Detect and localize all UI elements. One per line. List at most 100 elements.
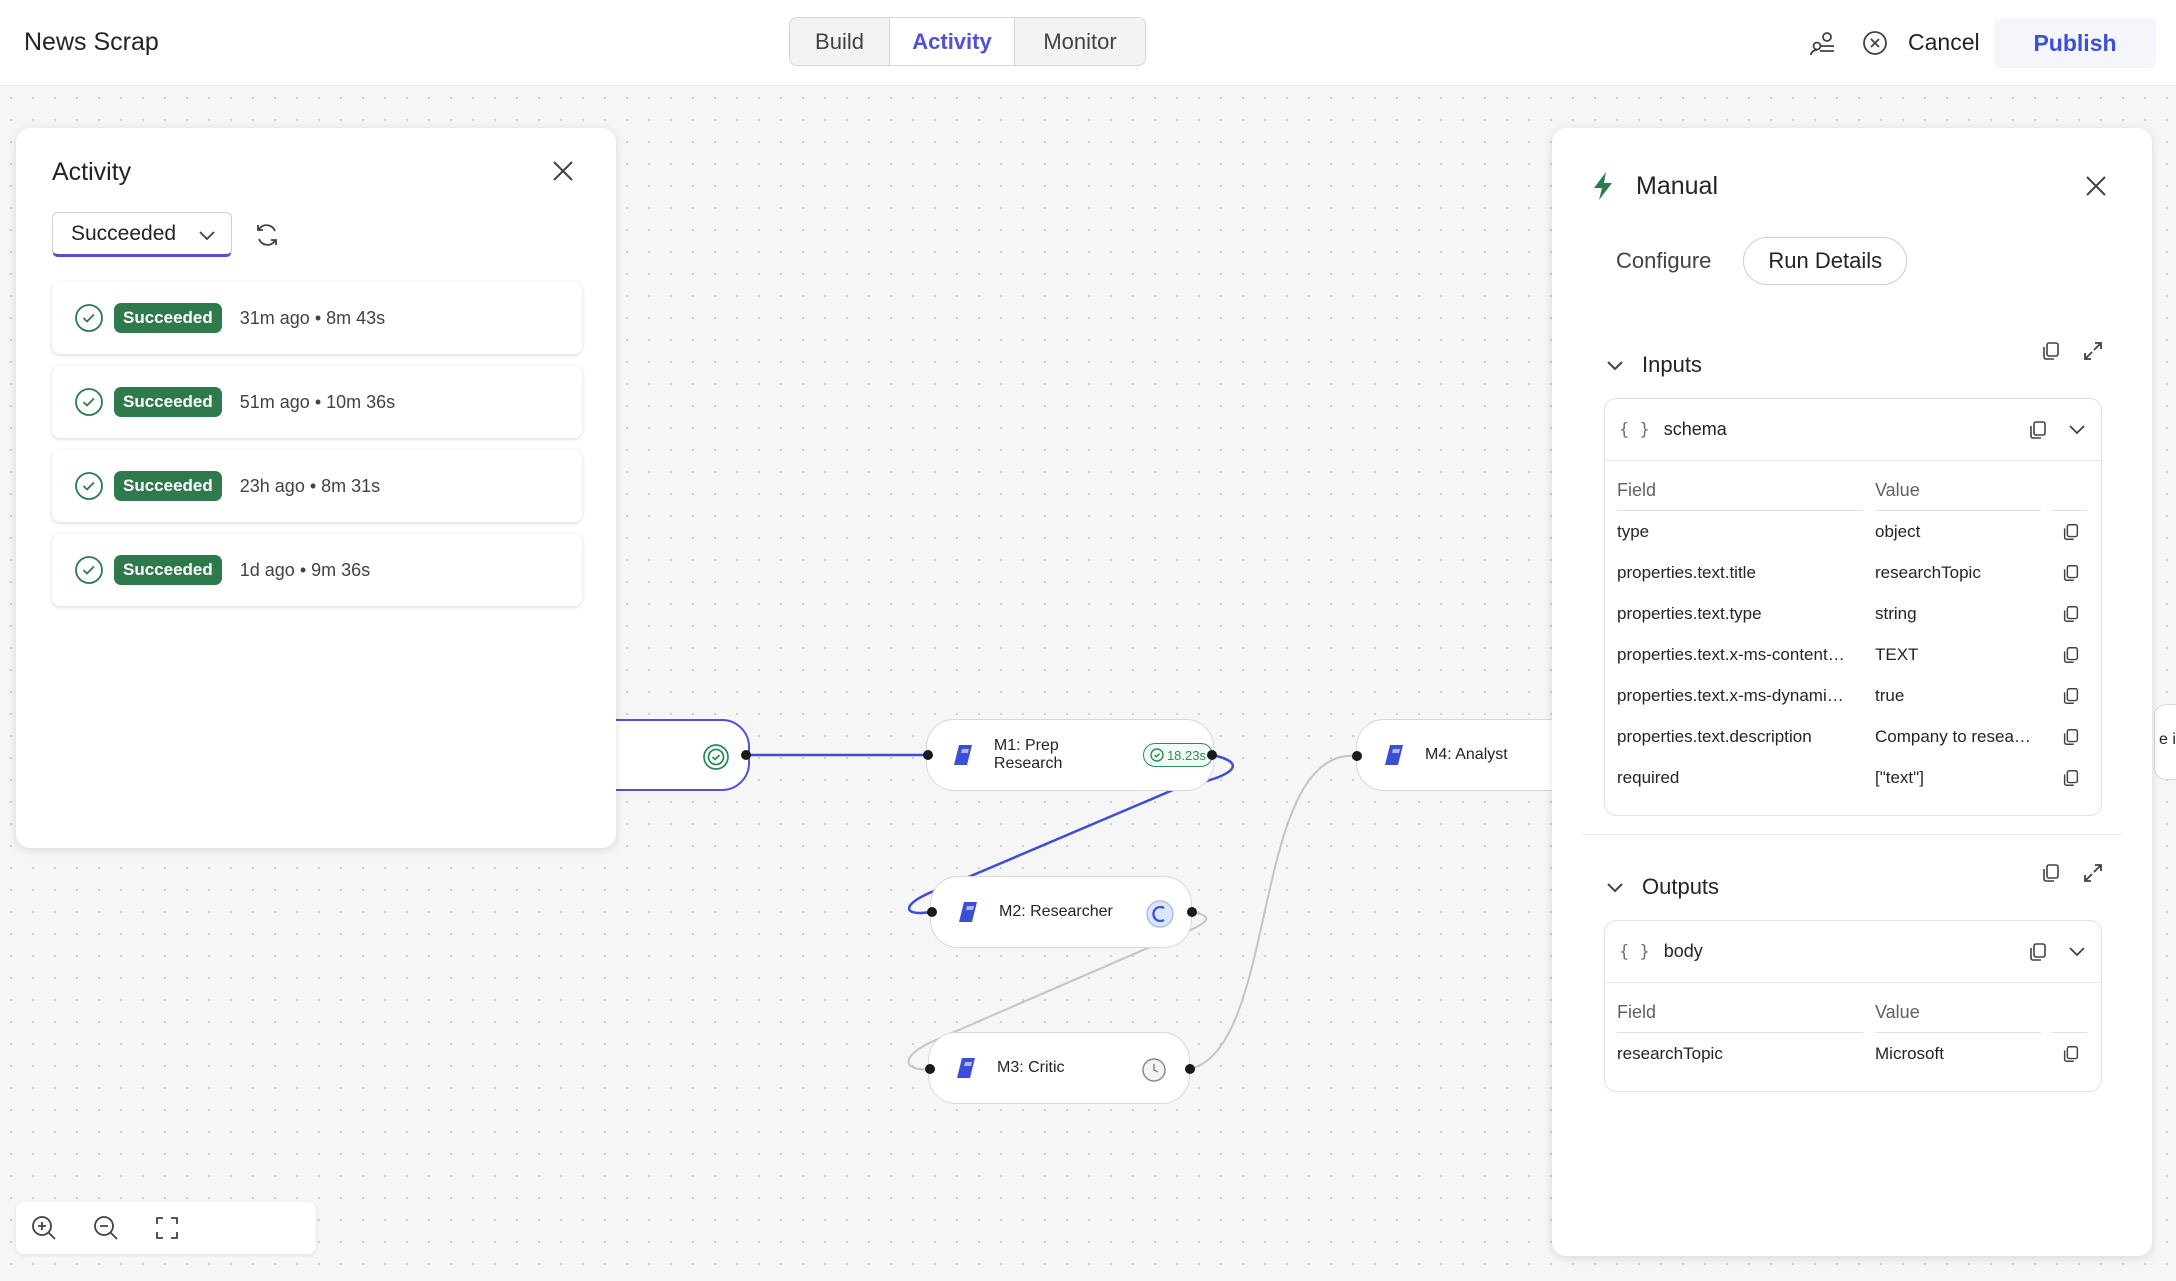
schema-card-header[interactable]: { } schema: [1605, 399, 2101, 461]
pending-clock-icon: [1141, 1057, 1167, 1088]
tab-run-details[interactable]: Run Details: [1743, 237, 1908, 285]
offscreen-node-peek[interactable]: e it: [2154, 704, 2176, 780]
copy-value-button[interactable]: [2061, 768, 2081, 788]
copy-icon[interactable]: [2027, 419, 2049, 441]
outputs-tools: [2040, 862, 2104, 884]
table-row: researchTopic Microsoft: [1617, 1033, 2089, 1074]
lightning-icon: [1590, 170, 1618, 207]
run-meta: 51m ago • 10m 36s: [239, 391, 396, 412]
view-switcher: Build Activity Monitor: [789, 17, 1146, 66]
field-cell: properties.text.description: [1617, 726, 1812, 746]
table-row: properties.text.description Company to re…: [1617, 716, 2089, 757]
node-m3-critic[interactable]: M3: Critic: [928, 1032, 1190, 1104]
field-cell: required: [1617, 767, 1680, 787]
copy-value-button[interactable]: [2061, 522, 2081, 542]
table-row: properties.text.x-ms-content… TEXT: [1617, 634, 2089, 675]
port-m1-out[interactable]: [1207, 750, 1217, 760]
success-ring-icon: [702, 743, 730, 776]
field-cell: properties.text.type: [1617, 603, 1762, 623]
node-m1-prep-research[interactable]: M1: Prep Research 18.23s: [926, 719, 1214, 791]
fit-view-icon[interactable]: [154, 1215, 180, 1241]
value-cell: Microsoft: [1875, 1043, 1944, 1063]
copy-value-button[interactable]: [2061, 686, 2081, 706]
table-row: type object: [1617, 511, 2089, 552]
object-braces-icon: { }: [1619, 941, 1650, 962]
tab-monitor[interactable]: Monitor: [1015, 18, 1145, 65]
copy-icon[interactable]: [2061, 645, 2081, 665]
value-cell: TEXT: [1875, 644, 1919, 664]
outputs-section-toggle[interactable]: Outputs: [1604, 874, 1719, 900]
copy-icon[interactable]: [2061, 563, 2081, 583]
port-trigger-out[interactable]: [741, 750, 751, 760]
copilot-agent-icon: [1379, 739, 1411, 771]
run-item[interactable]: Succeeded 23h ago • 8m 31s: [52, 450, 582, 522]
run-list: Succeeded 31m ago • 8m 43s Succeeded 51m…: [52, 282, 582, 618]
inputs-title: Inputs: [1642, 352, 1702, 377]
run-item[interactable]: Succeeded 1d ago • 9m 36s: [52, 534, 582, 606]
copy-value-button[interactable]: [2061, 1044, 2081, 1064]
node-label: M2: Researcher: [999, 903, 1113, 920]
tab-activity[interactable]: Activity: [890, 18, 1015, 65]
cancel-button[interactable]: Cancel: [1908, 29, 1980, 56]
edge-m3-m4: [1189, 754, 1358, 1070]
port-m1-in[interactable]: [923, 750, 933, 760]
copy-icon[interactable]: [2061, 604, 2081, 624]
tab-build[interactable]: Build: [790, 18, 890, 65]
chevron-down-icon[interactable]: [2067, 419, 2087, 439]
body-table: Field Value researchTopic Microsoft: [1605, 983, 2101, 1082]
port-m2-in[interactable]: [927, 907, 937, 917]
table-header: Field Value: [1617, 993, 2089, 1033]
check-icon: [1150, 748, 1164, 762]
port-m4-in[interactable]: [1352, 751, 1362, 761]
run-meta: 1d ago • 9m 36s: [239, 559, 371, 580]
tab-configure[interactable]: Configure: [1592, 238, 1735, 284]
close-icon[interactable]: [550, 158, 576, 189]
run-item[interactable]: Succeeded 51m ago • 10m 36s: [52, 366, 582, 438]
expand-icon[interactable]: [2082, 340, 2104, 362]
copy-icon[interactable]: [2061, 686, 2081, 706]
body-card-header[interactable]: { } body: [1605, 921, 2101, 983]
copy-value-button[interactable]: [2061, 604, 2081, 624]
section-divider: [1582, 834, 2122, 835]
copy-icon[interactable]: [2040, 340, 2062, 362]
table-row: properties.text.type string: [1617, 593, 2089, 634]
status-badge: Succeeded: [114, 303, 222, 333]
duration-badge: 18.23s: [1142, 743, 1213, 767]
status-filter-dropdown[interactable]: Succeeded: [52, 212, 232, 257]
port-m3-out[interactable]: [1185, 1064, 1195, 1074]
field-cell: properties.text.x-ms-dynami…: [1617, 685, 1844, 705]
chevron-down-icon[interactable]: [2067, 941, 2087, 961]
publish-button[interactable]: Publish: [1994, 18, 2156, 68]
activity-panel: Activity Succeeded Succeeded 31m ago • 8…: [16, 128, 616, 848]
copilot-agent-icon: [949, 739, 980, 771]
check-circle-icon: [75, 304, 103, 332]
refresh-icon[interactable]: [252, 220, 282, 255]
inputs-tools: [2040, 340, 2104, 362]
copy-icon[interactable]: [2027, 941, 2049, 963]
field-cell: properties.text.x-ms-content…: [1617, 644, 1845, 664]
expand-icon[interactable]: [2082, 862, 2104, 884]
port-m3-in[interactable]: [925, 1064, 935, 1074]
copy-icon[interactable]: [2061, 768, 2081, 788]
value-cell: Company to resea…: [1875, 726, 2031, 746]
close-icon[interactable]: [2084, 174, 2108, 203]
zoom-in-icon[interactable]: [30, 1214, 58, 1242]
run-item[interactable]: Succeeded 31m ago • 8m 43s: [52, 282, 582, 354]
copy-icon[interactable]: [2061, 522, 2081, 542]
schema-card: { } schema Field Value type object propert…: [1604, 398, 2102, 816]
inputs-section-toggle[interactable]: Inputs: [1604, 352, 1702, 378]
node-m2-researcher[interactable]: M2: Researcher: [930, 876, 1192, 948]
copy-value-button[interactable]: [2061, 727, 2081, 747]
field-cell: type: [1617, 521, 1650, 541]
copy-value-button[interactable]: [2061, 645, 2081, 665]
copy-icon[interactable]: [2040, 862, 2062, 884]
outputs-title: Outputs: [1642, 874, 1720, 899]
port-m2-out[interactable]: [1187, 907, 1197, 917]
copy-value-button[interactable]: [2061, 563, 2081, 583]
zoom-out-icon[interactable]: [92, 1214, 120, 1242]
cancel-circle-icon[interactable]: [1860, 28, 1890, 58]
copy-icon[interactable]: [2061, 727, 2081, 747]
share-people-icon[interactable]: [1808, 28, 1838, 58]
run-meta: 23h ago • 8m 31s: [239, 475, 381, 496]
copy-icon[interactable]: [2061, 1044, 2081, 1064]
